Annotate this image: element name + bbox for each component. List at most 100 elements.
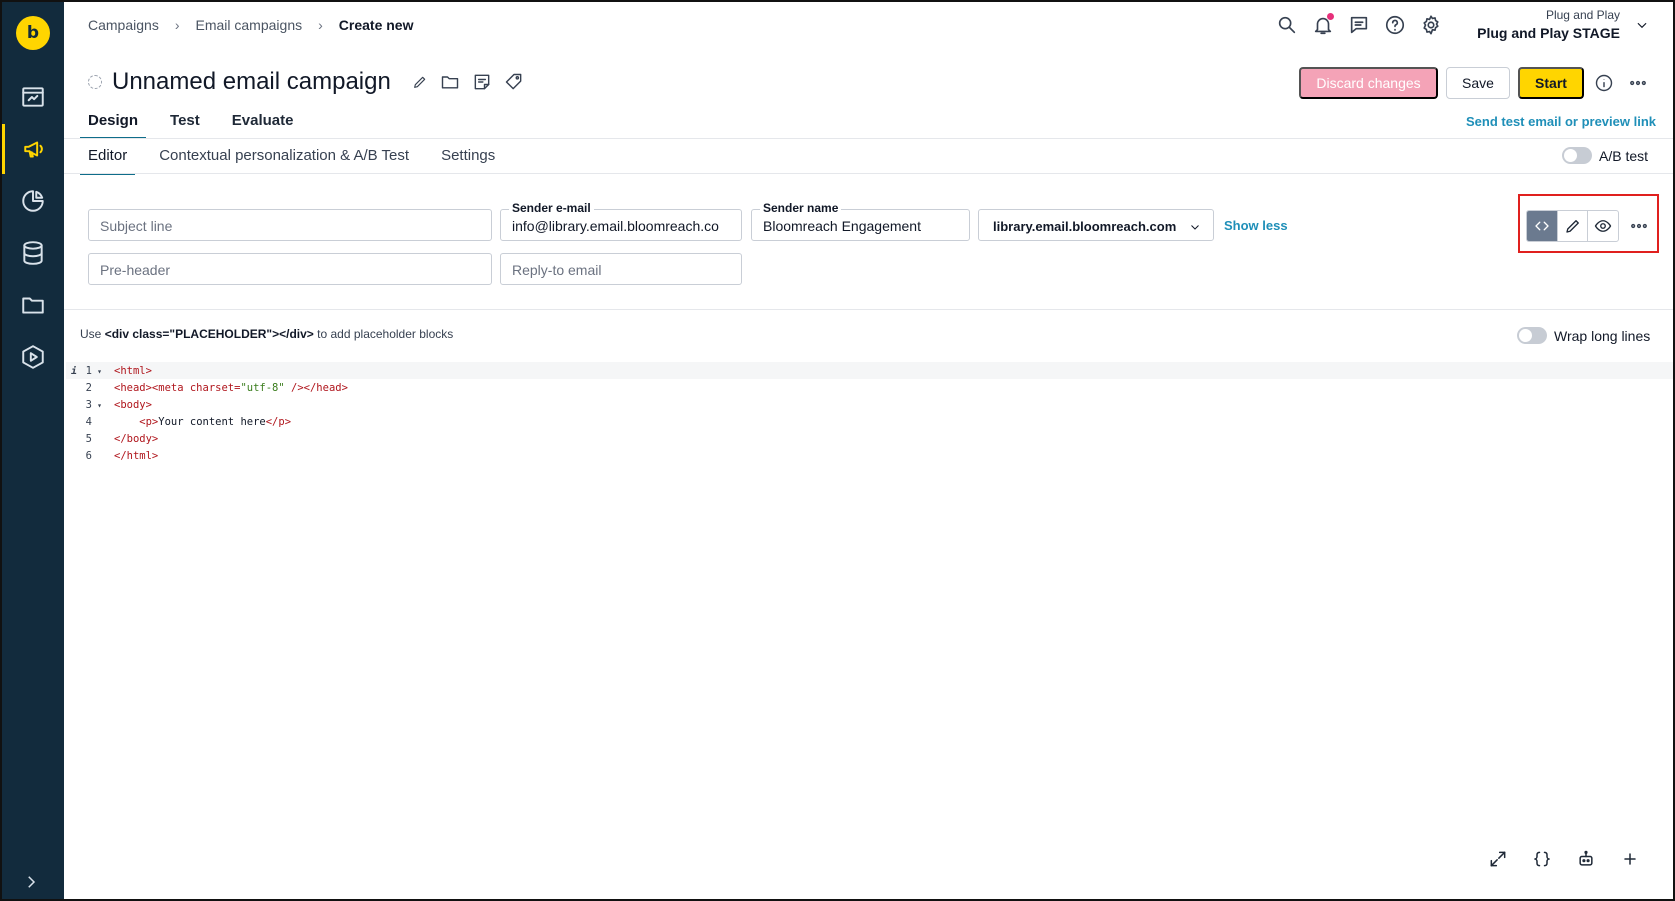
- sidebar-item-analytics[interactable]: [2, 176, 64, 226]
- code-text: <body>: [114, 398, 152, 411]
- code-content: Your content here: [158, 415, 266, 428]
- wrap-long-lines-label: Wrap long lines: [1554, 328, 1651, 344]
- fields-divider: [64, 309, 1673, 310]
- notes-button[interactable]: [472, 72, 492, 97]
- code-line: 2 <head><meta charset="utf-8" /></head>: [66, 379, 1673, 396]
- search-button[interactable]: [1276, 14, 1298, 36]
- code-mode-button[interactable]: [1527, 211, 1558, 241]
- code-line: 5 </body>: [66, 430, 1673, 447]
- code-text: <html>: [114, 364, 152, 377]
- info-button[interactable]: [1594, 73, 1614, 98]
- sidebar: b: [2, 2, 64, 899]
- line-gutter: 5: [66, 433, 106, 445]
- hint-suffix: to add placeholder blocks: [313, 327, 454, 341]
- reply-to-email-input[interactable]: Reply-to email: [500, 253, 742, 285]
- ab-test-toggle[interactable]: [1562, 147, 1592, 164]
- code-tag: </p>: [265, 415, 292, 428]
- hint-prefix: Use: [80, 327, 105, 341]
- note-icon: [474, 74, 490, 90]
- sender-domain-select[interactable]: library.email.bloomreach.com: [978, 209, 1214, 241]
- ai-assistant-button[interactable]: [1575, 848, 1597, 870]
- code-line: 6 </html>: [66, 447, 1673, 464]
- save-button[interactable]: Save: [1446, 67, 1510, 99]
- help-button[interactable]: [1384, 14, 1406, 36]
- sender-domain-value: library.email.bloomreach.com: [993, 219, 1177, 234]
- breadcrumb-separator-icon: ›: [318, 17, 323, 33]
- sidebar-item-data[interactable]: [2, 228, 64, 278]
- notification-badge: [1327, 13, 1334, 20]
- tab-design[interactable]: Design: [80, 108, 147, 139]
- code-editor[interactable]: i 1 ▾ <html> 2 <head><meta charset="utf-8"…: [66, 362, 1673, 464]
- sidebar-item-scenarios[interactable]: [2, 332, 64, 382]
- pencil-icon: [414, 76, 426, 88]
- line-number: 4: [85, 415, 92, 428]
- start-button[interactable]: Start: [1518, 67, 1584, 99]
- code-tag: <head><meta charset=: [114, 381, 241, 394]
- project-switcher[interactable]: Plug and Play Plug and Play STAGE: [1477, 8, 1620, 41]
- wrap-long-lines-toggle[interactable]: [1517, 327, 1547, 344]
- more-horizontal-icon: [1631, 223, 1647, 229]
- subtab-personalization[interactable]: Contextual personalization & A/B Test: [151, 147, 417, 175]
- chevron-down-icon: [1191, 225, 1199, 230]
- settings-button[interactable]: [1420, 14, 1442, 36]
- folder-icon: [22, 297, 44, 314]
- pre-header-placeholder: Pre-header: [100, 262, 171, 278]
- breadcrumb: Campaigns › Email campaigns › Create new: [88, 17, 413, 33]
- sidebar-item-dashboards[interactable]: [2, 72, 64, 122]
- line-number: 2: [85, 381, 92, 394]
- format-code-button[interactable]: [1531, 848, 1553, 870]
- line-gutter: 4: [66, 416, 106, 428]
- add-block-button[interactable]: [1619, 848, 1641, 870]
- fullscreen-button[interactable]: [1487, 848, 1509, 870]
- code-text: </html>: [114, 449, 159, 462]
- tags-button[interactable]: [504, 72, 524, 97]
- subject-line-input[interactable]: Subject line: [88, 209, 492, 241]
- pie-chart-icon: [22, 190, 44, 212]
- tab-evaluate[interactable]: Evaluate: [224, 108, 302, 139]
- project-name: Plug and Play STAGE: [1477, 25, 1620, 41]
- tag-icon: [505, 73, 522, 90]
- project-dropdown-toggle[interactable]: [1635, 18, 1649, 32]
- sender-name-input[interactable]: Sender name Bloomreach Engagement: [751, 201, 970, 241]
- subtabs-divider: [64, 173, 1673, 174]
- sender-name-value: Bloomreach Engagement: [763, 218, 921, 234]
- show-less-link[interactable]: Show less: [1224, 218, 1288, 233]
- notifications-button[interactable]: [1312, 13, 1334, 36]
- messages-button[interactable]: [1348, 14, 1370, 36]
- chat-icon: [1350, 16, 1368, 34]
- reply-to-placeholder: Reply-to email: [512, 262, 602, 278]
- search-icon: [1278, 16, 1296, 34]
- subtab-editor[interactable]: Editor: [80, 147, 136, 175]
- code-tag: <p>: [114, 415, 159, 428]
- breadcrumb-campaigns[interactable]: Campaigns: [88, 17, 159, 33]
- breadcrumb-email-campaigns[interactable]: Email campaigns: [196, 17, 303, 33]
- more-actions-button[interactable]: [1628, 73, 1648, 98]
- move-to-folder-button[interactable]: [440, 72, 460, 97]
- play-hexagon-icon: [22, 345, 44, 369]
- expand-sidebar-button[interactable]: [22, 873, 40, 896]
- bloomreach-logo[interactable]: b: [16, 16, 50, 50]
- rename-button[interactable]: [412, 74, 428, 95]
- sidebar-item-assets[interactable]: [2, 280, 64, 330]
- code-line: 4 <p>Your content here</p>: [66, 413, 1673, 430]
- visual-edit-mode-button[interactable]: [1558, 211, 1589, 241]
- discard-changes-button[interactable]: Discard changes: [1299, 67, 1438, 99]
- pre-header-input[interactable]: Pre-header: [88, 253, 492, 285]
- editor-more-button[interactable]: [1629, 216, 1649, 241]
- dashboard-icon: [22, 87, 44, 107]
- preview-mode-button[interactable]: [1588, 211, 1618, 241]
- ab-test-label: A/B test: [1599, 148, 1649, 164]
- fold-arrow-icon[interactable]: ▾: [92, 367, 102, 376]
- send-test-email-link[interactable]: Send test email or preview link: [1466, 114, 1656, 129]
- placeholder-hint: Use <div class="PLACEHOLDER"></div> to a…: [80, 327, 453, 341]
- sender-email-input[interactable]: Sender e-mail info@library.email.bloomre…: [500, 201, 742, 241]
- curly-braces-icon: [1534, 851, 1550, 867]
- sidebar-item-campaigns[interactable]: [2, 124, 64, 174]
- tab-test[interactable]: Test: [162, 108, 208, 139]
- title-actions: [412, 72, 524, 97]
- subtab-settings[interactable]: Settings: [433, 147, 503, 175]
- code-icon: [1535, 221, 1549, 231]
- fold-arrow-icon[interactable]: ▾: [92, 401, 102, 410]
- campaign-title: Unnamed email campaign: [112, 68, 391, 95]
- line-number: 5: [85, 432, 92, 445]
